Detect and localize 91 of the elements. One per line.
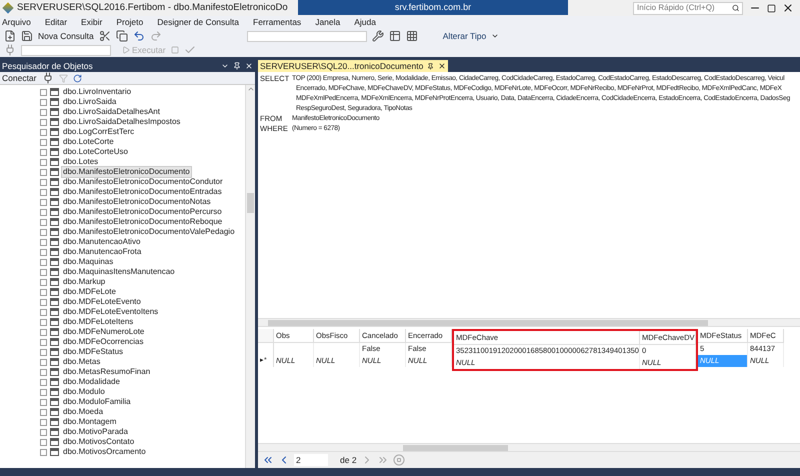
- tree-item[interactable]: dbo.Modalidade: [62, 377, 121, 387]
- horizontal-scrollbar[interactable]: [258, 318, 800, 327]
- check-icon[interactable]: [184, 44, 196, 56]
- tree-item[interactable]: dbo.MDFeLoteEventoItens: [62, 307, 160, 317]
- search-icon: [732, 4, 739, 12]
- panel-title: Pesquisador de Objetos: [2, 60, 93, 72]
- close-icon[interactable]: [438, 62, 446, 70]
- menu-item[interactable]: Arquivo: [2, 16, 31, 29]
- new-file-icon[interactable]: [4, 30, 16, 42]
- tree-item[interactable]: dbo.MotivosContato: [62, 437, 136, 447]
- wrench-icon[interactable]: [372, 30, 384, 42]
- tree-item[interactable]: dbo.MaquinasItensManutencao: [62, 267, 176, 277]
- plug-icon[interactable]: [42, 72, 54, 84]
- scrollbar-thumb[interactable]: [268, 320, 708, 326]
- tree-item[interactable]: dbo.Moeda: [62, 407, 104, 417]
- editor-tab[interactable]: SERVERUSER\SQL20...tronicoDocumento: [258, 60, 448, 72]
- tree-item[interactable]: dbo.LivroSaida: [62, 97, 118, 107]
- dropdown-icon[interactable]: [221, 62, 229, 70]
- scrollbar-thumb[interactable]: [403, 444, 508, 450]
- save-icon[interactable]: [21, 30, 33, 42]
- stop-icon[interactable]: [170, 46, 179, 54]
- solution-dropdown[interactable]: [246, 30, 367, 42]
- horizontal-scrollbar[interactable]: [258, 443, 800, 452]
- dropdown-icon[interactable]: [491, 32, 500, 40]
- tree-item[interactable]: dbo.Metas: [62, 357, 102, 367]
- tree-item[interactable]: dbo.Markup: [62, 277, 106, 287]
- tree-item[interactable]: dbo.LoteCorte: [62, 137, 115, 147]
- tree-item[interactable]: dbo.ManutencaoAtivo: [62, 237, 142, 247]
- scrollbar-thumb[interactable]: [247, 193, 254, 213]
- pin-icon[interactable]: [233, 62, 241, 70]
- tree-item[interactable]: dbo.ManifestoEletronicoDocumentoValePedagio: [62, 227, 236, 237]
- remote-host-label: srv.fertibom.com.br: [394, 0, 472, 14]
- tree-item[interactable]: dbo.MDFeLote: [62, 287, 117, 297]
- tree-item[interactable]: dbo.MotivosOrcamento: [62, 447, 147, 457]
- tree-item[interactable]: dbo.LivroInventario: [62, 87, 132, 97]
- menu-item[interactable]: Ajuda: [354, 16, 376, 29]
- first-page-icon[interactable]: [262, 454, 274, 466]
- tree-item[interactable]: dbo.ManifestoEletronicoDocumentoPercurso: [62, 207, 223, 217]
- tree-item[interactable]: dbo.Maquinas: [62, 257, 114, 267]
- copy-icon[interactable]: [116, 30, 128, 42]
- filter-icon[interactable]: [58, 74, 68, 82]
- tree-item[interactable]: dbo.LivroSaidaDetalhesImpostos: [62, 117, 182, 127]
- grid-icon[interactable]: [406, 30, 418, 42]
- new-query-button[interactable]: Nova Consulta: [38, 30, 94, 42]
- table-icon[interactable]: [388, 30, 401, 42]
- tree-item[interactable]: dbo.ModuloFamilia: [62, 397, 132, 407]
- menu-item[interactable]: Exibir: [81, 16, 102, 29]
- undo-icon[interactable]: [132, 30, 145, 42]
- last-page-icon[interactable]: [376, 454, 389, 466]
- page-field[interactable]: 2: [294, 454, 328, 466]
- cut-icon[interactable]: [98, 30, 111, 42]
- tree-item[interactable]: dbo.MDFeLoteEvento: [62, 297, 142, 307]
- tree-item[interactable]: dbo.LogCorrEstTerc: [62, 127, 136, 137]
- redo-icon[interactable]: [150, 30, 162, 42]
- menu-item[interactable]: Ferramentas: [253, 16, 302, 29]
- quick-launch-field[interactable]: Início Rápido (Ctrl+Q): [633, 2, 743, 14]
- scroll-up-icon[interactable]: [246, 85, 254, 93]
- change-type-button[interactable]: Alterar Tipo: [442, 30, 486, 42]
- menu-item[interactable]: Projeto: [116, 16, 144, 29]
- tree-item[interactable]: dbo.LivroSaidaDetalhesAnt: [62, 107, 161, 117]
- tree-item[interactable]: dbo.MDFeNumeroLote: [62, 327, 146, 337]
- tree-item[interactable]: dbo.ManifestoEletronicoDocumento: [62, 167, 191, 177]
- tree-item[interactable]: dbo.MDFeLoteItens: [62, 317, 134, 327]
- restore-icon[interactable]: [767, 4, 776, 12]
- stop-icon[interactable]: [392, 454, 405, 466]
- menu-item[interactable]: Designer de Consulta: [157, 16, 239, 29]
- tree-item[interactable]: dbo.ManifestoEletronicoDocumentoNotas: [62, 197, 212, 207]
- close-icon[interactable]: [782, 2, 794, 14]
- tree-item[interactable]: dbo.MDFeStatus: [62, 347, 124, 357]
- menu-item[interactable]: Editar: [44, 16, 68, 29]
- tree-item[interactable]: dbo.Montagem: [62, 417, 118, 427]
- tree-item[interactable]: dbo.LoteCorteUso: [62, 147, 129, 157]
- tree-item[interactable]: dbo.ManutencaoFrota: [62, 247, 142, 257]
- tree-item[interactable]: dbo.ManifestoEletronicoDocumentoEntradas: [62, 187, 223, 197]
- window-title: SERVERUSER\SQL2016.Fertibom - dbo.ManifestoEletronicoDo: [17, 0, 288, 15]
- refresh-icon[interactable]: [72, 74, 82, 82]
- tree-item[interactable]: dbo.Modulo: [62, 387, 106, 397]
- remote-connection-bar[interactable]: srv.fertibom.com.br: [298, 0, 568, 15]
- tree-item[interactable]: dbo.MetasResumoFinan: [62, 367, 152, 377]
- tree-item[interactable]: dbo.MotivoParada: [62, 427, 129, 437]
- tree-item[interactable]: dbo.Lotes: [62, 157, 100, 167]
- app-logo-icon: [2, 2, 14, 14]
- pin-icon[interactable]: [427, 62, 434, 70]
- scrollbar[interactable]: [245, 85, 255, 468]
- tree-item[interactable]: dbo.ManifestoEletronicoDocumentoCondutor: [62, 177, 224, 187]
- menu-item[interactable]: Janela: [315, 16, 340, 29]
- tree-item[interactable]: dbo.MDFeOcorrencias: [62, 337, 144, 347]
- play-icon: [122, 46, 130, 54]
- connect-button[interactable]: Conectar: [2, 72, 36, 84]
- page-count: de 2: [340, 454, 357, 466]
- tree-item[interactable]: dbo.ManifestoEletronicoDocumentoReboque: [62, 217, 224, 227]
